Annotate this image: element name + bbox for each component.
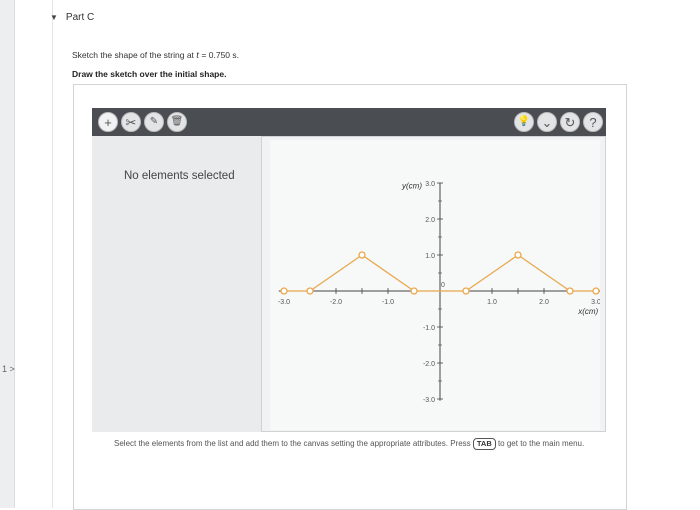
x-tick-label: -1.0 <box>382 299 394 306</box>
lightbulb-icon[interactable]: 💡 <box>514 112 534 132</box>
part-header[interactable]: ▼ Part C <box>50 12 94 23</box>
shape-point <box>462 287 470 295</box>
y-tick-label: -1.0 <box>423 325 435 332</box>
scissors-icon[interactable]: ✂ <box>121 112 141 132</box>
content-divider <box>52 0 53 508</box>
shape-point <box>280 287 288 295</box>
x-tick-label: -3.0 <box>278 299 290 306</box>
x-tick-label: 1.0 <box>487 299 497 306</box>
x-tick-label: -2.0 <box>330 299 342 306</box>
plus-icon[interactable]: + <box>98 112 118 132</box>
add-shape-icon[interactable]: ✎ <box>144 112 164 132</box>
pager[interactable]: 1 > <box>2 364 15 374</box>
initial-shape-segment <box>517 254 571 292</box>
shape-point <box>514 251 522 259</box>
left-sidebar <box>0 0 15 508</box>
y-tick-label: -2.0 <box>423 361 435 368</box>
initial-shape-segment <box>361 254 415 292</box>
shape-point <box>410 287 418 295</box>
trash-icon[interactable]: 🗑 <box>167 112 187 132</box>
part-title: Part C <box>65 12 95 23</box>
shape-point <box>306 287 314 295</box>
no-selection-label: No elements selected <box>124 170 235 182</box>
collapse-caret-icon[interactable]: ▼ <box>50 13 58 22</box>
y-tick-label: -3.0 <box>423 397 435 404</box>
x-tick-label: 0 <box>441 282 445 289</box>
initial-shape-segment <box>465 254 519 292</box>
shape-point <box>358 251 366 259</box>
footer-instructions: Select the elements from the list and ad… <box>114 438 585 450</box>
y-tick-label: 3.0 <box>425 181 435 188</box>
tab-key-badge: TAB <box>472 438 496 450</box>
question-prompt: Sketch the shape of the string at t = 0.… <box>72 50 239 61</box>
shape-point <box>566 287 574 295</box>
graph-canvas[interactable]: -3.0 -2.0 -1.0 0 1.0 2.0 3.0 3.0 2.0 1.0 -1.0 -2.0 -… <box>270 140 607 430</box>
shape-point <box>592 287 600 295</box>
reset-icon[interactable]: ↻ <box>560 112 580 132</box>
x-tick-label: 3.0 <box>591 299 600 306</box>
y-axis-label: y(cm) <box>401 181 422 190</box>
graph-svg[interactable]: -3.0 -2.0 -1.0 0 1.0 2.0 3.0 3.0 2.0 1.0 -1.0 -2.0 -… <box>270 140 607 430</box>
drawing-toolbar: + ✂ ✎ 🗑 💡 ⌄ ↻ ? <box>92 108 606 136</box>
x-axis-label: x(cm) <box>577 307 598 316</box>
y-tick-label: 1.0 <box>425 253 435 260</box>
help-icon[interactable]: ? <box>583 112 603 132</box>
initial-shape-segment <box>309 254 363 292</box>
x-tick-label: 2.0 <box>539 299 549 306</box>
question-instruction: Draw the sketch over the initial shape. <box>72 69 227 79</box>
y-tick-label: 2.0 <box>425 217 435 224</box>
chevron-down-icon[interactable]: ⌄ <box>537 112 557 132</box>
